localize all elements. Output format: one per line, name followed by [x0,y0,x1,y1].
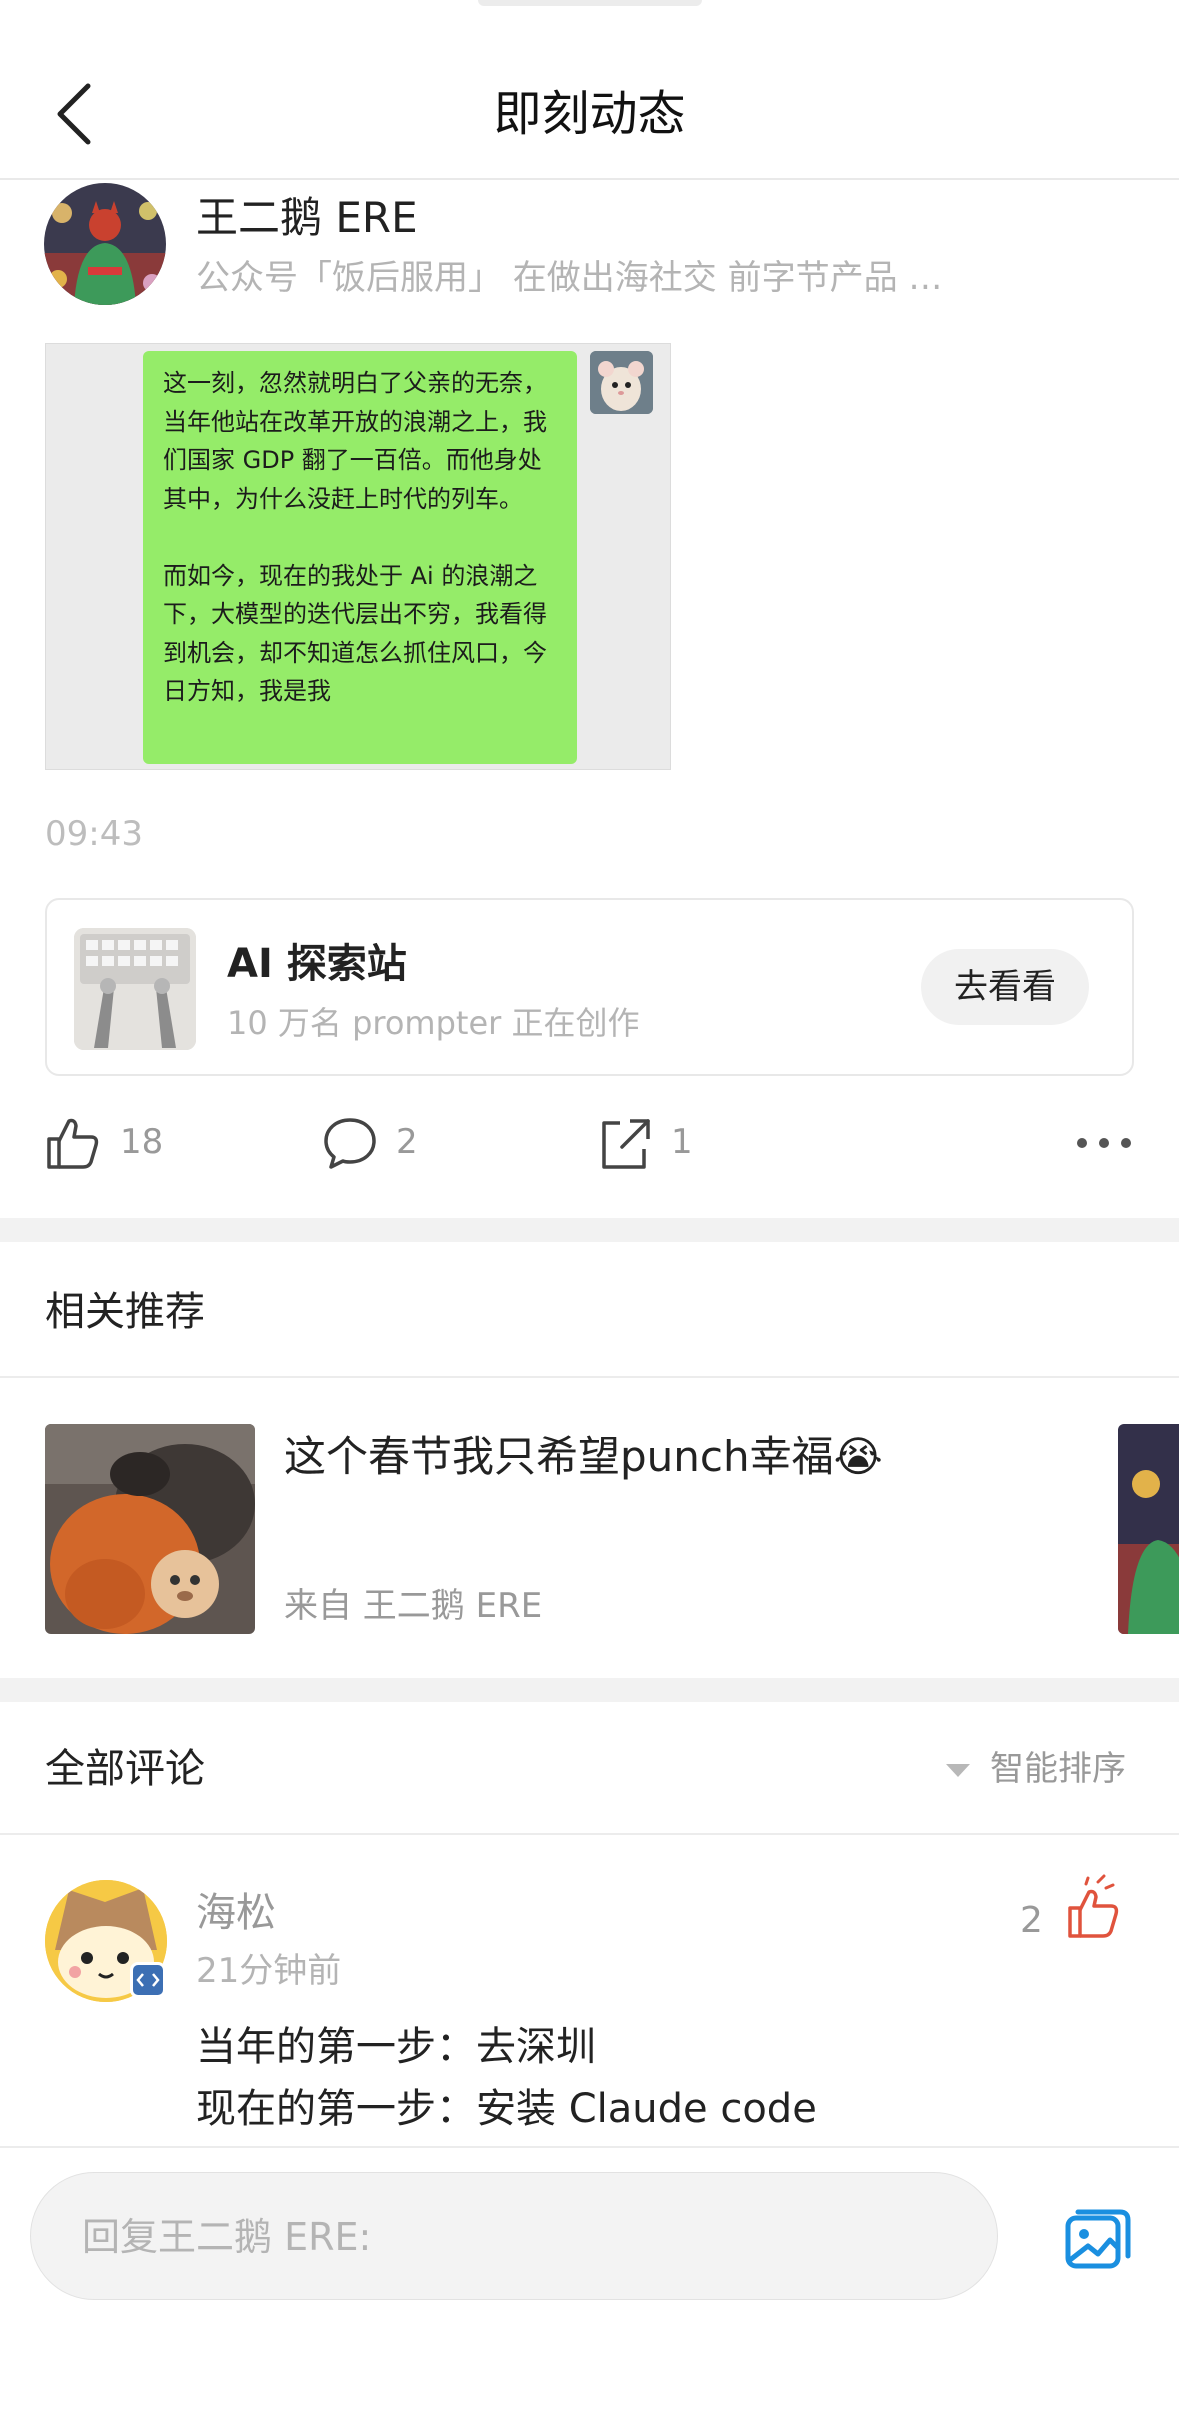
recommend-divider [0,1376,1179,1378]
comment-text-line: 现在的第一步：安装 Claude code [196,2086,817,2132]
sheet-grabber [478,0,702,6]
more-button[interactable] [1076,1128,1132,1158]
chat-avatar [590,351,653,414]
thumbs-up-icon [47,1118,99,1169]
topic-title: AI 探索站 [227,941,407,987]
like-count: 18 [120,1122,164,1162]
share-count: 1 [671,1122,693,1162]
topic-thumbnail [74,928,196,1050]
recommend-next-thumbnail[interactable] [1118,1424,1179,1634]
like-button[interactable] [45,1115,101,1175]
more-icon [1077,1138,1131,1148]
post-time: 09:43 [45,814,143,854]
view-topic-button[interactable]: 去看看 [921,949,1089,1025]
post-image[interactable]: 这一刻，忽然就明白了父亲的无奈，当年他站在改革开放的浪潮之上，我们国家 GDP … [45,343,671,770]
section-separator [0,1678,1179,1702]
comments-divider [0,1833,1179,1835]
insert-image-button[interactable] [1062,2202,1134,2274]
comment-time: 21分钟前 [196,1951,342,1991]
commenter-name[interactable]: 海松 [196,1885,276,1941]
comment-button[interactable] [322,1115,378,1175]
comment-text-line: 当年的第一步：去深圳 [196,2024,596,2070]
recommend-source: 来自 王二鹅 ERE [284,1586,543,1626]
section-separator [0,1218,1179,1242]
share-icon [602,1119,650,1169]
comment-icon [324,1118,376,1169]
recommend-thumbnail[interactable] [45,1424,255,1634]
chat-bubble-text: 这一刻，忽然就明白了父亲的无奈，当年他站在改革开放的浪潮之上，我们国家 GDP … [163,369,547,705]
author-name[interactable]: 王二鹅 ERE [196,190,418,246]
author-bio: 公众号「饭后服用」 在做出海社交 前字节产品 … [196,258,943,298]
code-badge-icon [130,1962,166,1998]
author-avatar[interactable] [44,183,166,305]
recommend-section-title: 相关推荐 [45,1289,205,1335]
topic-card[interactable]: AI 探索站 10 万名 prompter 正在创作 去看看 [45,898,1134,1076]
sort-selector[interactable]: 智能排序 [990,1745,1126,1793]
recommend-title[interactable]: 这个春节我只希望punch幸福😭 [284,1428,904,1486]
topic-subtitle: 10 万名 prompter 正在创作 [227,1004,640,1042]
comment-count: 2 [396,1122,418,1162]
thumbs-up-liked-icon [1068,1874,1119,1938]
nav-divider [0,178,1179,180]
share-button[interactable] [598,1115,654,1175]
caret-down-icon [946,1764,970,1777]
reply-placeholder[interactable]: 回复王二鹅 ERE: [82,2210,371,2264]
page-title: 即刻动态 [493,86,686,142]
comment-like-button[interactable] [1056,1874,1126,1944]
comments-section-title: 全部评论 [45,1746,205,1792]
comment-like-count: 2 [1020,1900,1043,1941]
image-icon [1065,2209,1131,2269]
